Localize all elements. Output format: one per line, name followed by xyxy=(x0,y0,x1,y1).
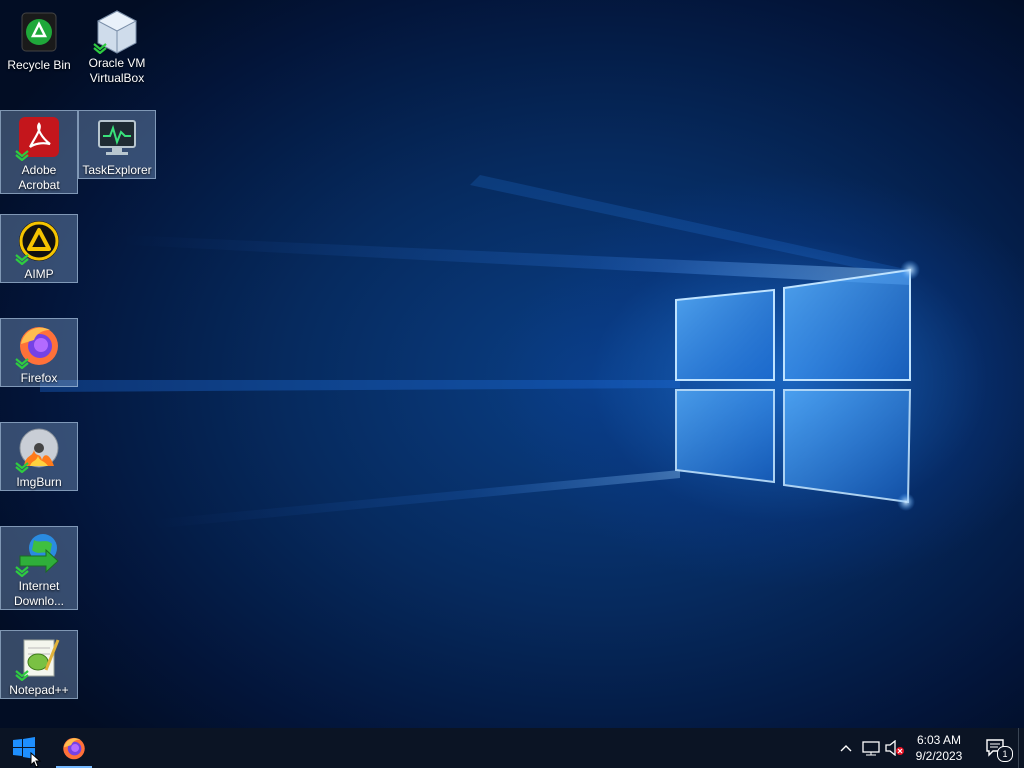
desktop-icon-label: AIMP xyxy=(24,267,54,281)
task-explorer-icon xyxy=(93,113,141,161)
desktop-icon-aimp[interactable]: AIMP xyxy=(0,214,78,283)
desktop[interactable]: Recycle Bin Oracle VM VirtualBox Adobe A… xyxy=(0,0,1024,728)
desktop-icon-internet-download-manager[interactable]: Internet Downlo... xyxy=(0,526,78,610)
network-button[interactable] xyxy=(860,728,882,768)
action-center-button[interactable]: 1 xyxy=(976,728,1016,768)
chevron-up-icon xyxy=(840,745,852,752)
desktop-icon-label: ImgBurn xyxy=(16,475,62,489)
volume-button[interactable] xyxy=(884,728,906,768)
desktop-icon-label: Notepad++ xyxy=(9,683,69,697)
aimp-icon xyxy=(15,217,63,265)
show-hidden-icons-button[interactable] xyxy=(836,728,856,768)
clock-time: 6:03 AM xyxy=(916,733,962,747)
desktop-icon-taskexplorer[interactable]: TaskExplorer xyxy=(78,110,156,179)
desktop-icon-label: TaskExplorer xyxy=(82,163,152,177)
desktop-icon-label: Oracle VM VirtualBox xyxy=(88,56,146,85)
clock-date: 9/2/2023 xyxy=(915,749,963,763)
desktop-icon-notepad-plus-plus[interactable]: Notepad++ xyxy=(0,630,78,699)
desktop-icon-recycle-bin[interactable]: Recycle Bin xyxy=(7,6,71,74)
desktop-icon-imgburn[interactable]: ImgBurn xyxy=(0,422,78,491)
network-icon xyxy=(862,741,880,756)
desktop-icon-firefox[interactable]: Firefox xyxy=(0,318,78,387)
speaker-muted-icon xyxy=(885,740,904,756)
desktop-icon-virtualbox[interactable]: Oracle VM VirtualBox xyxy=(86,6,148,85)
clock[interactable]: 6:03 AM 9/2/2023 xyxy=(908,728,970,768)
desktop-icon-label: Internet Downlo... xyxy=(13,579,65,608)
internet-download-manager-icon xyxy=(15,529,63,577)
firefox-icon xyxy=(63,737,85,760)
desktop-icon-label: Adobe Acrobat xyxy=(18,163,60,192)
virtualbox-icon xyxy=(93,8,141,54)
taskbar: 6:03 AM 9/2/2023 1 xyxy=(0,728,1024,768)
imgburn-icon xyxy=(15,425,63,473)
desktop-icon-adobe-acrobat[interactable]: Adobe Acrobat xyxy=(0,110,78,194)
recycle-bin-icon xyxy=(15,8,63,56)
notepad-plus-plus-icon xyxy=(15,633,63,681)
mouse-cursor-icon xyxy=(30,752,42,768)
desktop-icon-label: Firefox xyxy=(20,371,58,385)
show-desktop-button[interactable] xyxy=(1018,728,1024,768)
acrobat-icon xyxy=(15,113,63,161)
desktop-icon-label: Recycle Bin xyxy=(7,58,71,72)
firefox-icon xyxy=(15,321,63,369)
taskbar-firefox-button[interactable] xyxy=(52,728,96,768)
notification-count-badge: 1 xyxy=(997,746,1013,762)
